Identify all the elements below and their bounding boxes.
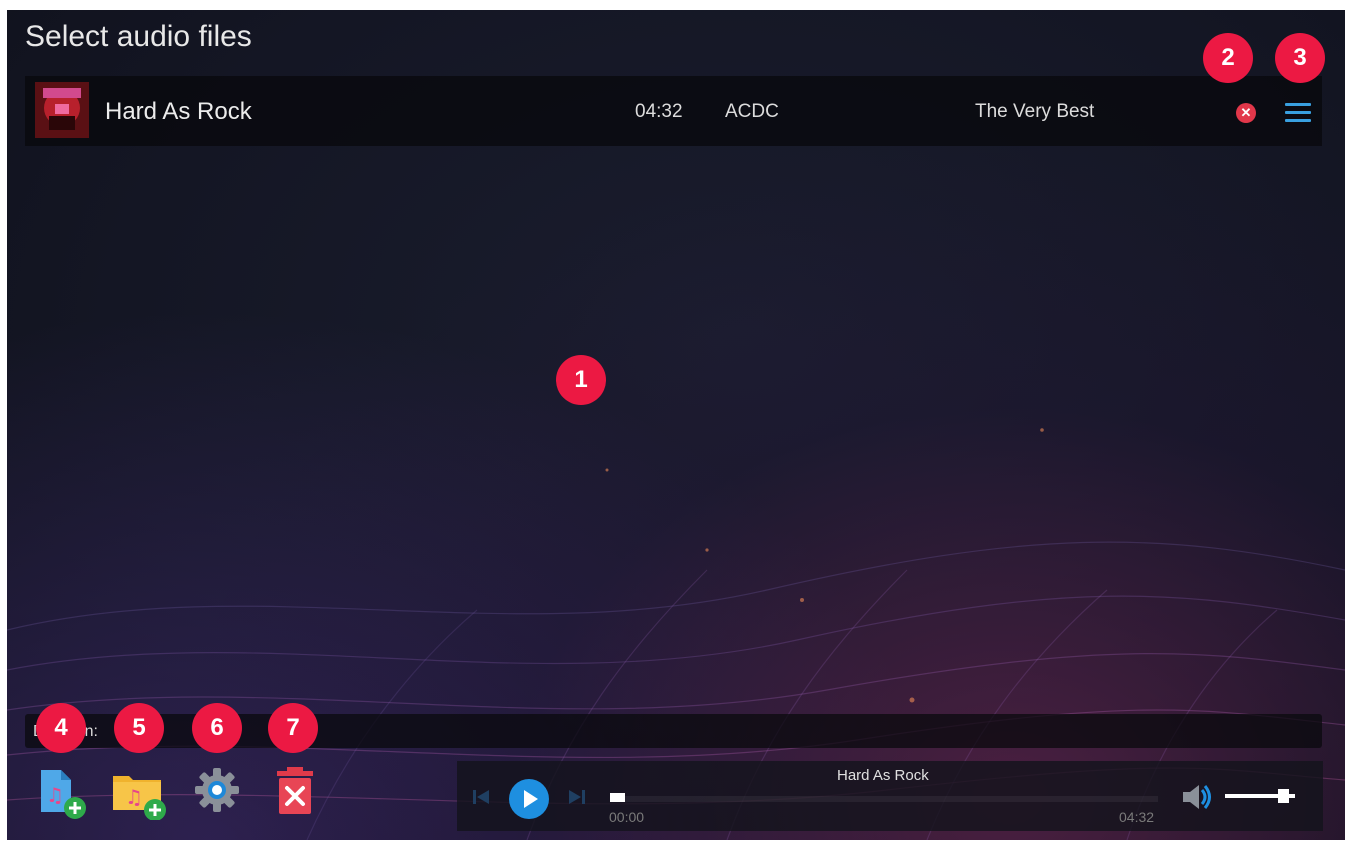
now-playing-title: Hard As Rock <box>837 767 929 784</box>
next-track-button[interactable] <box>565 787 587 807</box>
page-title: Select audio files <box>25 20 252 53</box>
total-time: 04:32 <box>1119 809 1155 825</box>
seek-bar[interactable] <box>610 796 1158 802</box>
hamburger-menu-line <box>1285 111 1311 114</box>
add-folder-button[interactable]: ♫ <box>107 760 167 821</box>
album-art-thumbnail <box>35 82 89 138</box>
annotation-marker-2: 2 <box>1203 33 1253 83</box>
track-duration: 04:32 <box>635 101 683 122</box>
track-album: The Very Best <box>975 101 1095 122</box>
annotation-marker-7: 7 <box>268 703 318 753</box>
add-music-file-icon: ♫ <box>41 770 86 819</box>
track-menu-button[interactable] <box>1285 103 1311 123</box>
volume-icon[interactable] <box>1180 781 1214 813</box>
delete-trash-icon <box>277 767 313 814</box>
track-title: Hard As Rock <box>105 98 252 125</box>
close-icon: ✕ <box>1240 105 1252 120</box>
track-artist: ACDC <box>725 101 779 122</box>
svg-text:♫: ♫ <box>46 783 64 807</box>
add-files-button[interactable]: ♫ <box>29 760 89 820</box>
hamburger-menu-line <box>1285 119 1311 122</box>
add-music-folder-icon: ♫ <box>113 776 166 821</box>
annotation-marker-6: 6 <box>192 703 242 753</box>
remove-track-button[interactable]: ✕ <box>1236 103 1256 123</box>
current-time: 00:00 <box>609 809 645 825</box>
clear-playlist-button[interactable] <box>265 760 325 820</box>
playlist-track-row[interactable]: Hard As Rock 04:32 ACDC The Very Best ✕ <box>25 76 1322 146</box>
playlist-area[interactable] <box>25 146 1322 706</box>
annotation-marker-3: 3 <box>1275 33 1325 83</box>
seek-thumb[interactable] <box>610 793 625 802</box>
svg-text:♫: ♫ <box>125 785 143 809</box>
previous-track-button[interactable] <box>471 787 493 807</box>
play-button[interactable] <box>508 778 550 820</box>
app-window: Select audio files Hard As Rock 04:32 AC… <box>7 10 1345 840</box>
hamburger-menu-icon <box>1285 103 1311 106</box>
volume-slider-thumb[interactable] <box>1278 789 1290 803</box>
gear-icon <box>195 768 239 812</box>
annotation-marker-1: 1 <box>556 355 606 405</box>
annotation-marker-5: 5 <box>114 703 164 753</box>
settings-button[interactable] <box>187 760 247 820</box>
annotation-marker-4: 4 <box>36 703 86 753</box>
player-bar: Hard As Rock 00:00 04:32 <box>457 761 1323 831</box>
